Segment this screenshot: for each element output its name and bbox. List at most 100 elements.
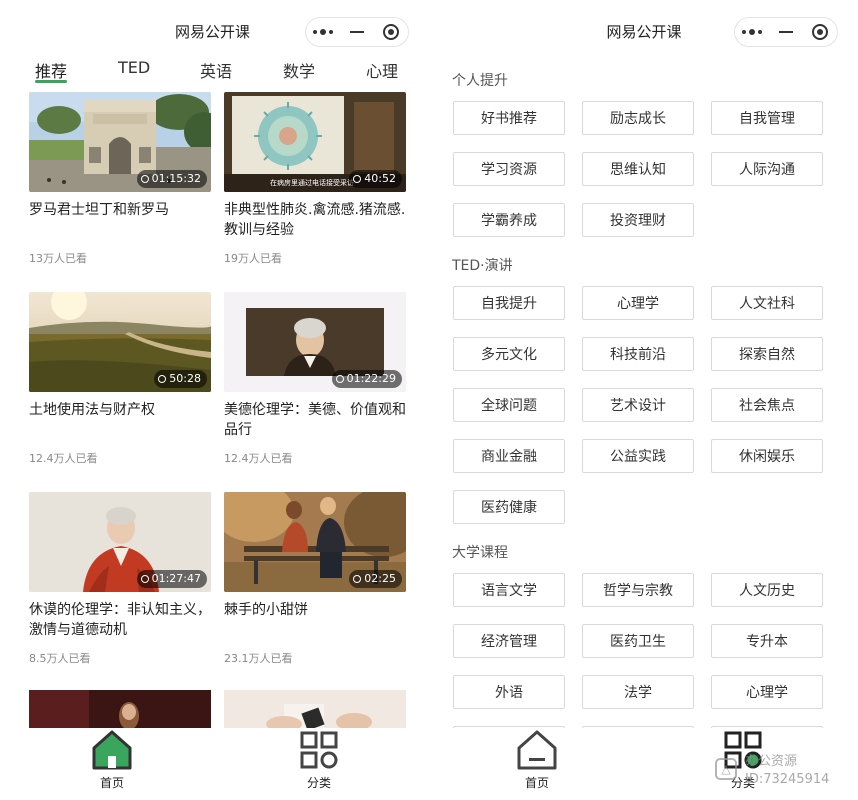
video-card[interactable]: 50:28 土地使用法与财产权 12.4万人已看 <box>29 292 211 472</box>
capsule-menu <box>734 17 838 47</box>
mini-program-header: 网易公开课 <box>0 0 425 62</box>
close-button[interactable] <box>374 18 408 46</box>
home-icon <box>92 730 132 770</box>
nav-category[interactable]: 分类 <box>264 728 374 800</box>
clock-icon <box>353 575 362 583</box>
category-chip[interactable]: 科技前沿 <box>582 337 694 371</box>
video-card[interactable]: 01:15:32 罗马君士坦丁和新罗马 13万人已看 <box>29 92 211 272</box>
clock-icon <box>335 375 344 383</box>
category-chip[interactable]: 公益实践 <box>582 439 694 473</box>
duration-badge: 40:52 <box>349 170 402 188</box>
tab-active-underline <box>35 80 68 83</box>
video-title: 棘手的小甜饼 <box>224 602 308 618</box>
view-count: 8.5万人已看 <box>29 652 91 665</box>
duration-badge: 50:28 <box>154 370 207 388</box>
category-chip[interactable]: 学霸养成 <box>453 203 565 237</box>
tab-ted[interactable]: TED <box>118 58 150 77</box>
watermark-logo-icon: △ <box>715 758 737 780</box>
category-page: 网易公开课 个人提升 好书推荐 励志成长 自我管理 学习资源 思维认知 人际沟通… <box>430 0 858 800</box>
category-chip[interactable]: 语言文学 <box>453 573 565 607</box>
category-chip[interactable]: 外语 <box>453 675 565 709</box>
category-chip[interactable]: 经济管理 <box>453 624 565 658</box>
minimize-button[interactable] <box>769 18 803 46</box>
duration-badge: 01:27:47 <box>136 570 207 588</box>
category-chip[interactable]: 自我提升 <box>453 286 565 320</box>
category-chip[interactable]: 商业金融 <box>453 439 565 473</box>
category-chip[interactable]: 人文历史 <box>711 573 823 607</box>
minimize-button[interactable] <box>340 18 374 46</box>
watermark-line1: 办公资源 <box>745 754 798 769</box>
video-title: 美德伦理学：美德、价值观和品行 <box>224 402 406 438</box>
video-card[interactable]: 在病房里通过电话接受采访 40:52 非典型性肺炎.禽流感.猪流感.教训与经验 … <box>224 92 406 272</box>
tab-recommend[interactable]: 推荐 <box>35 58 68 83</box>
more-dots-icon <box>313 29 333 35</box>
duration-badge: 01:22:29 <box>331 370 402 388</box>
category-chip[interactable]: 全球问题 <box>453 388 565 422</box>
category-chip[interactable]: 医药卫生 <box>582 624 694 658</box>
category-chip[interactable]: 好书推荐 <box>453 101 565 135</box>
duration-text: 01:22:29 <box>346 372 396 385</box>
category-chip[interactable]: 法学 <box>582 675 694 709</box>
video-title: 罗马君士坦丁和新罗马 <box>29 202 169 218</box>
nav-home[interactable]: 首页 <box>482 728 592 800</box>
nav-home[interactable]: 首页 <box>57 728 167 800</box>
category-chip[interactable]: 心理学 <box>582 286 694 320</box>
capsule-menu <box>305 17 409 47</box>
category-chip[interactable]: 心理学 <box>711 675 823 709</box>
category-chip[interactable]: 休闲娱乐 <box>711 439 823 473</box>
more-button[interactable] <box>306 18 340 46</box>
category-chip[interactable]: 哲学与宗教 <box>582 573 694 607</box>
category-chip[interactable]: 自我管理 <box>711 101 823 135</box>
video-subtitle: 在病房里通过电话接受采访 <box>270 179 354 187</box>
duration-badge: 01:15:32 <box>136 170 207 188</box>
category-chip[interactable]: 学习资源 <box>453 152 565 186</box>
bottom-tab-bar: 首页 分类 <box>0 728 425 800</box>
category-chip[interactable]: 社会焦点 <box>711 388 823 422</box>
duration-badge: 02:25 <box>349 570 402 588</box>
category-chip[interactable]: 人际沟通 <box>711 152 823 186</box>
video-title: 非典型性肺炎.禽流感.猪流感.教训与经验 <box>224 202 406 238</box>
close-target-icon <box>812 24 828 40</box>
category-chip[interactable]: 思维认知 <box>582 152 694 186</box>
view-count: 12.4万人已看 <box>29 452 98 465</box>
watermark: △ 办公资源 ID:73245914 <box>715 752 855 792</box>
category-chip[interactable]: 多元文化 <box>453 337 565 371</box>
section-title: 大学课程 <box>452 545 508 561</box>
nav-category-label: 分类 <box>306 776 331 790</box>
duration-text: 02:25 <box>364 572 396 585</box>
category-chip[interactable]: 投资理财 <box>582 203 694 237</box>
tab-psychology[interactable]: 心理 <box>366 58 398 82</box>
category-chip[interactable]: 医药健康 <box>453 490 565 524</box>
category-chip[interactable]: 探索自然 <box>711 337 823 371</box>
duration-text: 40:52 <box>364 172 396 185</box>
section-title: TED·演讲 <box>452 258 513 274</box>
category-grid-icon <box>300 731 338 769</box>
video-card[interactable]: 02:25 棘手的小甜饼 23.1万人已看 <box>224 492 406 672</box>
category-tabs: 推荐 TED 英语 数学 心理 <box>0 58 425 88</box>
video-card-partial[interactable] <box>29 690 211 730</box>
video-thumbnail: 在病房里通过电话接受采访 40:52 <box>224 92 406 192</box>
minus-icon <box>779 31 793 33</box>
clock-icon <box>140 575 149 583</box>
category-chip[interactable]: 艺术设计 <box>582 388 694 422</box>
close-button[interactable] <box>803 18 837 46</box>
video-card[interactable]: 01:22:29 美德伦理学：美德、价值观和品行 12.4万人已看 <box>224 292 406 472</box>
tab-english[interactable]: 英语 <box>200 58 232 82</box>
video-card[interactable]: 01:27:47 休谟的伦理学：非认知主义，激情与道德动机 8.5万人已看 <box>29 492 211 672</box>
video-thumbnail: 01:22:29 <box>224 292 406 392</box>
more-button[interactable] <box>735 18 769 46</box>
nav-home-label: 首页 <box>524 776 549 790</box>
view-count: 13万人已看 <box>29 252 87 265</box>
watermark-line2: ID:73245914 <box>745 772 830 787</box>
close-target-icon <box>383 24 399 40</box>
video-thumbnail: 01:15:32 <box>29 92 211 192</box>
mini-program-header: 网易公开课 <box>430 0 858 62</box>
video-card-partial[interactable] <box>224 690 406 730</box>
view-count: 19万人已看 <box>224 252 282 265</box>
section-title: 个人提升 <box>452 73 508 89</box>
category-chip[interactable]: 励志成长 <box>582 101 694 135</box>
tab-math[interactable]: 数学 <box>283 58 315 82</box>
category-chip[interactable]: 专升本 <box>711 624 823 658</box>
more-dots-icon <box>742 29 762 35</box>
category-chip[interactable]: 人文社科 <box>711 286 823 320</box>
